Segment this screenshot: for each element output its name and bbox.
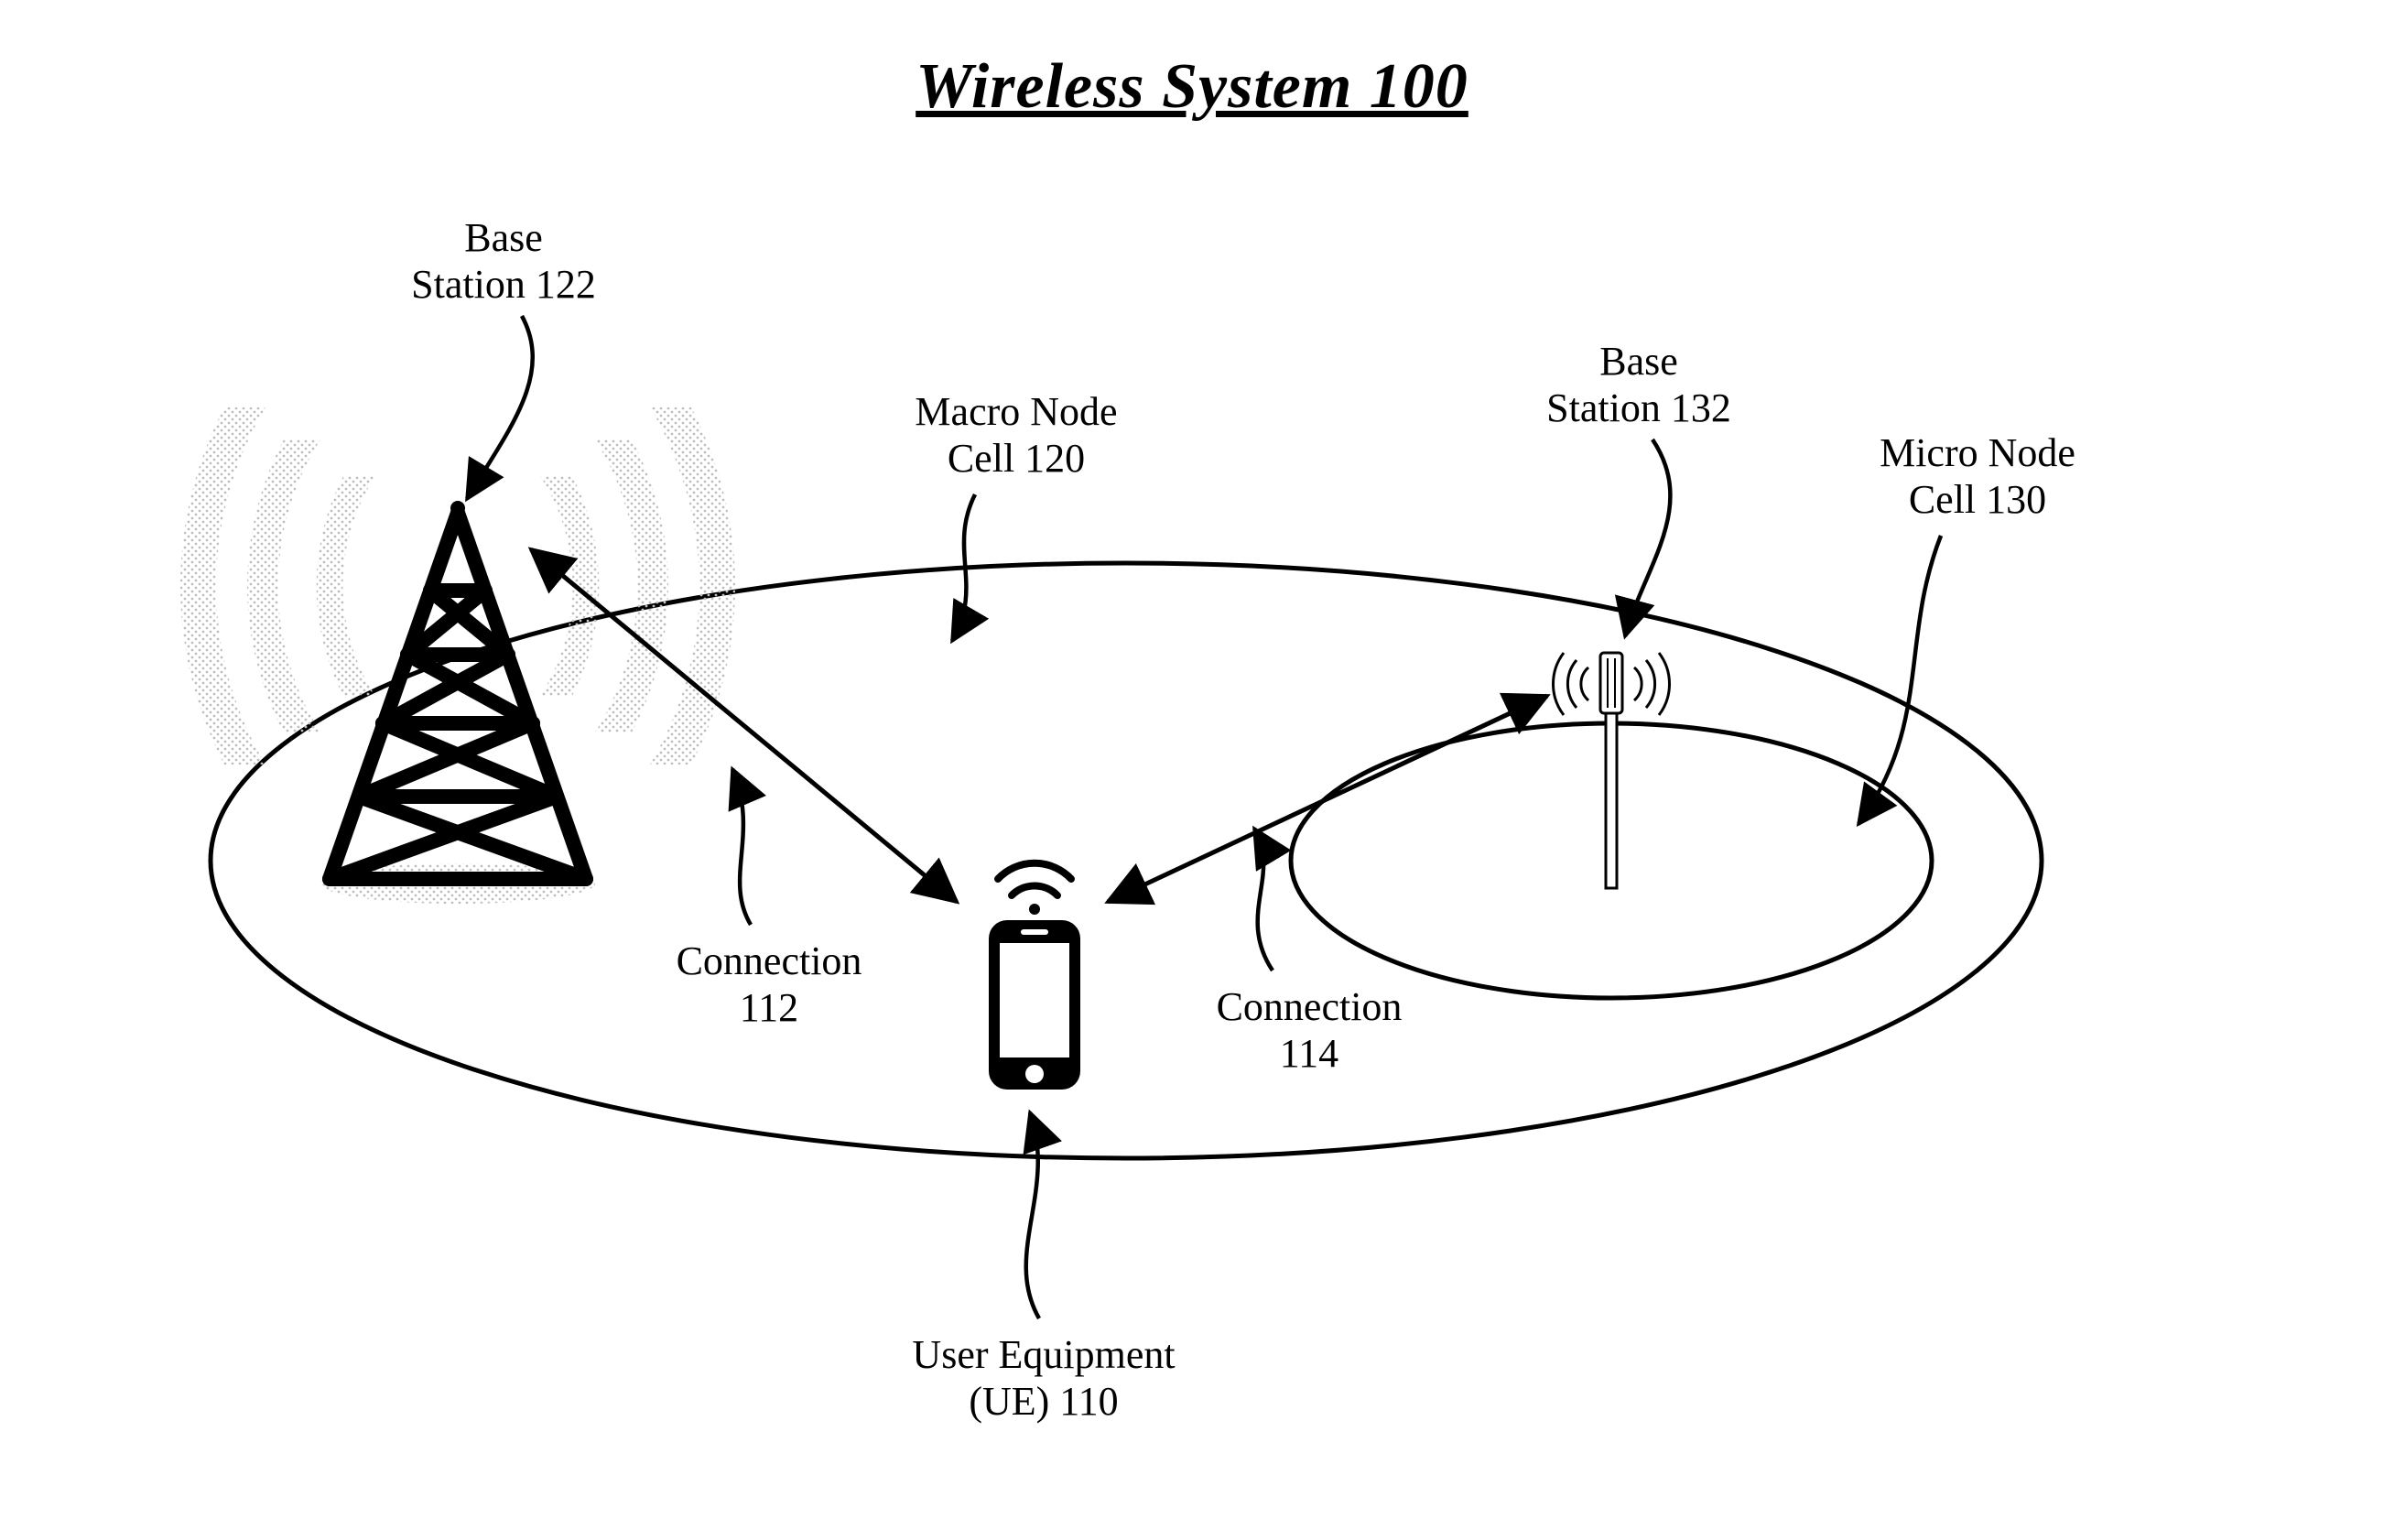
leader-conn-112	[732, 769, 751, 925]
leader-base-122	[467, 316, 533, 499]
leader-base-132	[1625, 439, 1670, 636]
leader-conn-114	[1254, 829, 1273, 971]
micro-tower-icon	[1553, 653, 1669, 888]
phone-icon	[989, 863, 1080, 1090]
connection-114-line	[1108, 696, 1547, 902]
diagram-svg	[0, 0, 2384, 1540]
leader-ue	[1026, 1112, 1039, 1318]
macro-tower-icon	[180, 407, 735, 904]
diagram-canvas: Wireless System 100 Base Station 122 Mac…	[0, 0, 2384, 1540]
